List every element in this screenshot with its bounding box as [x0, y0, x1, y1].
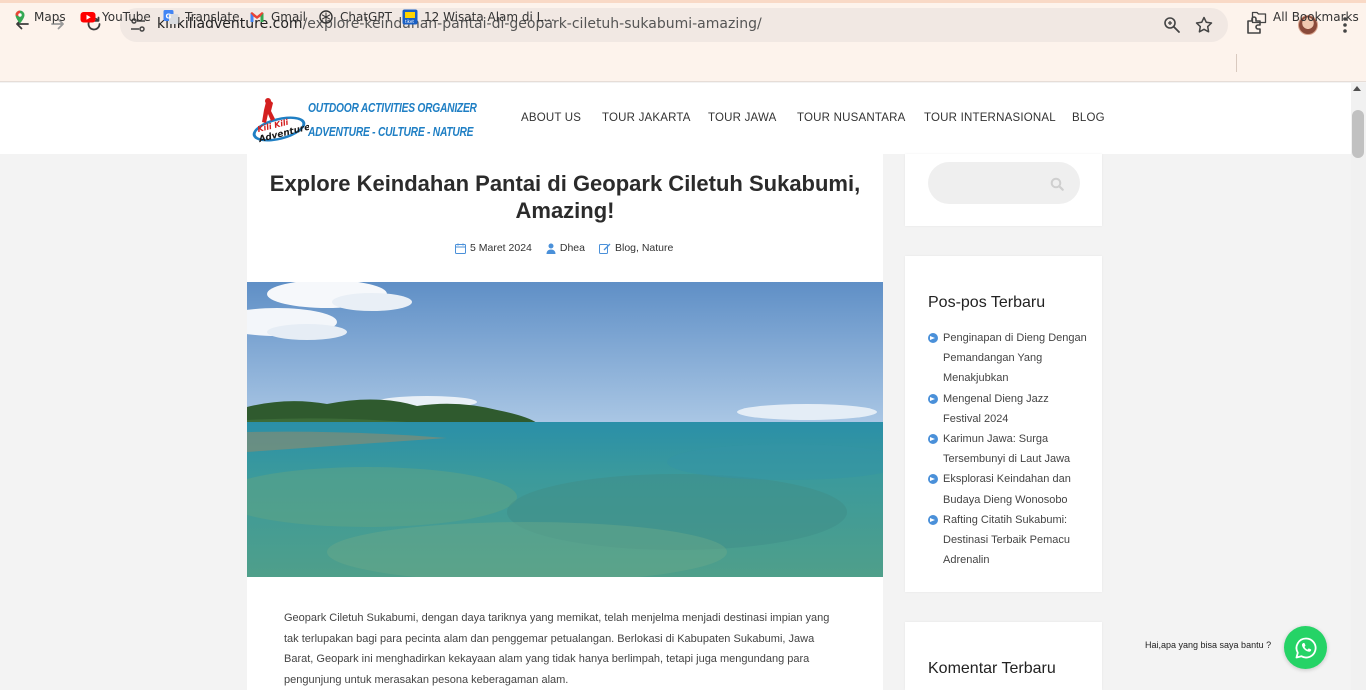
post-meta: 5 Maret 2024 Dhea Blog, Nature: [455, 242, 673, 254]
recent-post-link[interactable]: Karimun Jawa: Surga Tersembunyi di Laut …: [943, 433, 1070, 465]
post-categories[interactable]: Blog, Nature: [615, 242, 673, 254]
youtube-icon: [80, 12, 96, 23]
folder-icon: [1251, 11, 1267, 24]
chatgpt-icon: [319, 10, 333, 24]
calendar-icon: [455, 243, 466, 254]
scrollbar-thumb[interactable]: [1352, 110, 1364, 158]
recent-post-item[interactable]: Penginapan di Dieng Dengan Pemandangan Y…: [928, 328, 1088, 389]
tiket-icon: tiket: [402, 9, 418, 25]
bookmark-label: Translate: [185, 10, 240, 24]
nav-tour-jawa[interactable]: TOUR JAWA: [708, 112, 776, 124]
recent-post-link[interactable]: Eksplorasi Keindahan dan Budaya Dieng Wo…: [943, 473, 1071, 505]
bookmark-chatgpt[interactable]: ChatGPT: [318, 7, 392, 27]
arrow-circle-icon: [928, 474, 938, 485]
nav-tour-jakarta[interactable]: TOUR JAKARTA: [602, 112, 691, 124]
bookmark-star-icon[interactable]: [1194, 15, 1214, 35]
bookmark-maps[interactable]: Maps: [12, 7, 66, 27]
arrow-circle-icon: [928, 333, 938, 343]
all-bookmarks[interactable]: All Bookmarks: [1251, 7, 1359, 27]
bookmark-gmail[interactable]: Gmail: [249, 7, 306, 27]
page-scrollbar[interactable]: [1351, 83, 1366, 690]
recent-post-item[interactable]: Karimun Jawa: Surga Tersembunyi di Laut …: [928, 429, 1088, 469]
recent-posts-list: Penginapan di Dieng Dengan Pemandangan Y…: [928, 328, 1088, 570]
recent-comments-widget: [905, 622, 1102, 690]
arrow-circle-icon: [928, 514, 938, 525]
recent-post-item[interactable]: Rafting Citatih Sukabumi: Destinasi Terb…: [928, 510, 1088, 571]
arrow-circle-icon: [928, 393, 938, 404]
recent-comments-title: Komentar Terbaru: [928, 660, 1056, 677]
scroll-up-arrow-icon[interactable]: [1353, 86, 1361, 91]
nav-about-us[interactable]: ABOUT US: [521, 112, 581, 124]
svg-text:tiket: tiket: [405, 19, 414, 24]
recent-post-item[interactable]: Mengenal Dieng Jazz Festival 2024: [928, 389, 1088, 429]
recent-post-link[interactable]: Rafting Citatih Sukabumi: Destinasi Terb…: [943, 514, 1070, 566]
post-author[interactable]: Dhea: [560, 242, 585, 254]
nav-tour-nusantara[interactable]: TOUR NUSANTARA: [797, 112, 905, 124]
search-icon[interactable]: [1050, 176, 1064, 191]
bookmark-label: 12 Wisata Alam di L...: [424, 10, 555, 24]
post-body-paragraph: Geopark Ciletuh Sukabumi, dengan daya ta…: [284, 612, 830, 686]
hero-image: [247, 282, 883, 577]
translate-icon: G: [163, 10, 179, 24]
all-bookmarks-label: All Bookmarks: [1273, 10, 1359, 24]
bookmark-label: Gmail: [271, 10, 307, 24]
gmail-icon: [250, 12, 264, 22]
post-title: Explore Keindahan Pantai di Geopark Cile…: [269, 171, 861, 223]
whatsapp-button[interactable]: [1284, 626, 1327, 669]
bookmark-translate[interactable]: G Translate: [163, 7, 240, 27]
nav-tour-internasional[interactable]: TOUR INTERNASIONAL: [924, 112, 1056, 124]
whatsapp-icon: [1295, 637, 1316, 658]
post-date[interactable]: 5 Maret 2024: [470, 242, 532, 254]
whatsapp-prompt[interactable]: Hai,apa yang bisa saya bantu ?: [1145, 640, 1271, 650]
tab-strip-edge: [0, 0, 1366, 3]
kilikili-logo-icon: Kili Kili Adventure: [252, 98, 312, 145]
recent-post-item[interactable]: Eksplorasi Keindahan dan Budaya Dieng Wo…: [928, 469, 1088, 509]
user-icon: [546, 243, 556, 254]
bookmark-label: YouTube: [102, 10, 151, 24]
beach-landscape-image: [247, 282, 883, 577]
bookmarks-bar: [0, 48, 1366, 82]
logo-tagline-1: OUTDOOR ACTIVITIES ORGANIZER: [308, 101, 477, 115]
bookmark-wisata[interactable]: tiket 12 Wisata Alam di L...: [402, 7, 555, 27]
logo-tagline-2: ADVENTURE - CULTURE - NATURE: [308, 125, 474, 139]
zoom-icon[interactable]: [1162, 15, 1182, 35]
nav-blog[interactable]: BLOG: [1072, 112, 1105, 124]
bookmark-youtube[interactable]: YouTube: [80, 7, 151, 27]
recent-post-link[interactable]: Penginapan di Dieng Dengan Pemandangan Y…: [943, 332, 1087, 384]
bookmark-label: ChatGPT: [340, 10, 392, 24]
svg-text:G: G: [166, 13, 172, 21]
edit-icon: [598, 243, 611, 254]
bookmark-label: Maps: [34, 10, 66, 24]
bookmarks-divider: [1236, 54, 1237, 72]
arrow-circle-icon: [928, 434, 938, 445]
recent-posts-title: Pos-pos Terbaru: [928, 294, 1046, 311]
maps-pin-icon: [15, 10, 25, 24]
recent-post-link[interactable]: Mengenal Dieng Jazz Festival 2024: [943, 393, 1049, 425]
